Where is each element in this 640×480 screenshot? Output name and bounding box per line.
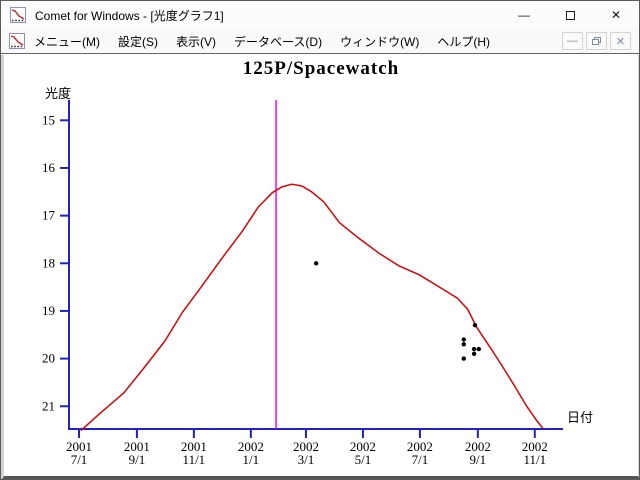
observation-point [471,351,477,356]
observation-point [461,356,466,361]
y-tick-label: 15 [42,112,55,127]
x-tick-label-date: 9/1 [129,452,146,467]
x-tick-label-date: 5/1 [355,452,372,467]
light-curve-plot: 1516171819202120017/120019/1200111/12002… [42,100,563,467]
x-tick-label-date: 11/1 [183,452,206,467]
observation-point [471,346,477,352]
observation-point [314,261,319,266]
y-tick-label: 17 [42,208,56,223]
y-tick-label: 18 [42,255,55,270]
x-tick-label-date: 11/1 [523,452,546,467]
observation-point [472,323,478,328]
observation-point [461,342,466,347]
x-tick-label-date: 3/1 [298,452,315,467]
app-window: Comet for Windows - [光度グラフ1] — ✕ メニュー(M)… [0,0,640,480]
y-tick-label: 20 [42,351,55,366]
y-tick-label: 16 [42,160,56,175]
observation-point [476,346,481,352]
x-tick-label-date: 7/1 [412,452,429,467]
x-tick-label-date: 1/1 [243,452,260,467]
y-tick-label: 21 [42,398,55,413]
x-tick-label-date: 7/1 [71,452,88,467]
y-tick-label: 19 [42,303,55,318]
light-curve [80,183,544,432]
observation-point [461,337,466,342]
x-tick-label-date: 9/1 [470,452,487,467]
